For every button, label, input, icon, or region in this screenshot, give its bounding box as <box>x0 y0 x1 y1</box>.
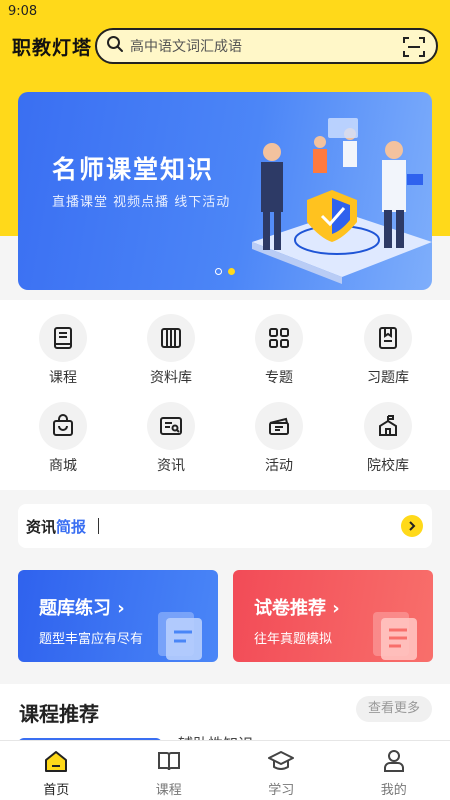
promo-banner[interactable]: 名师课堂知识 直播课堂 视频点播 线下活动 <box>18 92 432 290</box>
grid-label: 资料库 <box>150 370 192 386</box>
grid-label: 活动 <box>265 458 293 474</box>
grid-label: 课程 <box>49 370 77 386</box>
question-bank-subtitle: 题型丰富应有尽有 <box>39 632 144 647</box>
grid-label: 资讯 <box>157 458 185 474</box>
chevron-right-icon[interactable] <box>401 515 423 537</box>
exam-paper-card[interactable]: 试卷推荐 › 往年真题模拟 <box>233 570 433 662</box>
grid-label: 院校库 <box>367 458 409 474</box>
bottom-tab-bar: 首页 课程 学习 我的 <box>0 740 450 800</box>
banner-illustration <box>252 118 432 284</box>
search-icon <box>106 35 124 57</box>
question-bank-title: 题库练习 › <box>39 598 125 619</box>
pagination-dot-active[interactable] <box>228 268 235 275</box>
grid-icon <box>255 314 303 362</box>
grid-label: 商城 <box>49 458 77 474</box>
app-brand: 职教灯塔 <box>12 37 93 59</box>
ticket-icon <box>255 402 303 450</box>
tab-label: 首页 <box>43 783 70 798</box>
course-book-icon <box>156 752 182 777</box>
banner-title: 名师课堂知识 <box>52 155 215 184</box>
shopping-bag-icon <box>39 402 87 450</box>
tab-study[interactable]: 学习 <box>225 741 338 800</box>
tab-course[interactable]: 课程 <box>113 741 226 800</box>
banner-subtitle: 直播课堂 视频点播 线下活动 <box>52 195 231 210</box>
graduation-cap-icon <box>267 751 295 777</box>
grid-item-course[interactable]: 课程 <box>18 314 108 387</box>
exam-paper-title: 试卷推荐 › <box>254 598 340 619</box>
question-bank-card[interactable]: 题库练习 › 题型丰富应有尽有 <box>18 570 218 662</box>
search-placeholder[interactable]: 高中语文词汇成语 <box>130 36 242 56</box>
exercise-book-icon <box>364 314 412 362</box>
document-icon <box>158 612 202 660</box>
feature-grid: 课程 资料库 专题 习题库 商城 资讯 活动 院校库 <box>0 300 450 490</box>
ticker-cursor <box>98 518 100 534</box>
banner-pagination[interactable] <box>215 268 235 275</box>
news-label-a: 资讯 <box>26 517 57 536</box>
grid-label: 习题库 <box>367 370 409 386</box>
grid-item-mall[interactable]: 商城 <box>18 402 108 475</box>
news-ticker[interactable]: 资讯 简报 <box>18 504 432 548</box>
school-icon <box>364 402 412 450</box>
exam-paper-icon <box>373 612 417 660</box>
news-label-b: 简报 <box>56 517 87 536</box>
grid-item-events[interactable]: 活动 <box>234 402 324 475</box>
grid-item-schools[interactable]: 院校库 <box>343 402 433 475</box>
grid-item-exercises[interactable]: 习题库 <box>343 314 433 387</box>
exam-paper-subtitle: 往年真题模拟 <box>254 632 333 647</box>
search-bar[interactable]: 高中语文词汇成语 <box>95 28 438 64</box>
view-more-button[interactable]: 查看更多 <box>355 696 432 722</box>
user-icon <box>381 750 407 777</box>
grid-item-topics[interactable]: 专题 <box>234 314 324 387</box>
home-icon <box>43 751 69 777</box>
scan-icon[interactable] <box>402 35 426 63</box>
tab-label: 我的 <box>380 783 407 798</box>
library-icon <box>147 314 195 362</box>
book-icon <box>39 314 87 362</box>
grid-item-news[interactable]: 资讯 <box>126 402 216 475</box>
tab-home[interactable]: 首页 <box>0 741 113 800</box>
tab-label: 学习 <box>268 783 295 798</box>
section-title: 课程推荐 <box>19 702 99 726</box>
tab-mine[interactable]: 我的 <box>338 741 450 800</box>
tab-label: 课程 <box>155 783 182 798</box>
grid-label: 专题 <box>265 370 293 386</box>
news-icon <box>147 402 195 450</box>
grid-item-library[interactable]: 资料库 <box>126 314 216 387</box>
pagination-dot[interactable] <box>215 268 222 275</box>
status-time: 9:08 <box>8 4 38 19</box>
